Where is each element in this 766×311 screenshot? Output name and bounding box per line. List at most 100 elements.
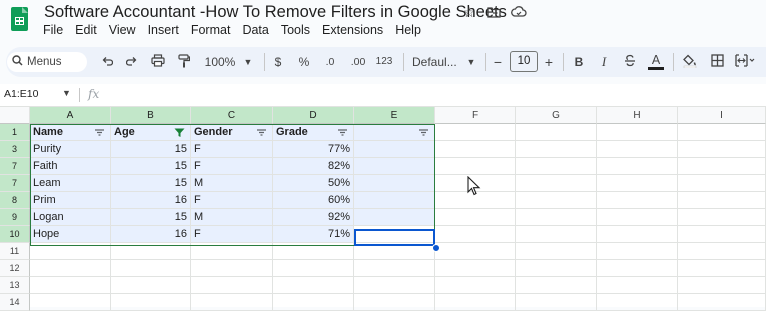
menu-tools[interactable]: Tools	[281, 23, 310, 39]
menu-extensions[interactable]: Extensions	[322, 23, 383, 39]
table-cell[interactable]: F	[191, 141, 273, 158]
table-cell[interactable]	[516, 158, 597, 175]
currency-format-button[interactable]: $	[272, 54, 284, 70]
table-cell[interactable]: 92%	[273, 209, 354, 226]
fill-handle[interactable]	[432, 244, 440, 252]
fill-color-icon[interactable]	[682, 54, 698, 70]
table-cell[interactable]	[191, 294, 273, 311]
table-cell[interactable]: Hope	[30, 226, 111, 243]
table-cell[interactable]	[516, 243, 597, 260]
table-cell[interactable]	[111, 243, 191, 260]
table-cell[interactable]	[678, 260, 766, 277]
decrease-decimal-button[interactable]: .0	[321, 54, 339, 70]
table-cell[interactable]: F	[191, 226, 273, 243]
table-cell[interactable]	[435, 260, 516, 277]
table-cell[interactable]: 60%	[273, 192, 354, 209]
table-cell[interactable]	[111, 294, 191, 311]
row-header[interactable]: 3	[0, 141, 30, 158]
table-cell[interactable]	[597, 141, 678, 158]
table-cell[interactable]	[354, 141, 435, 158]
row-header[interactable]: 9	[0, 209, 30, 226]
menu-insert[interactable]: Insert	[148, 23, 179, 39]
column-header-a[interactable]: A	[30, 107, 111, 124]
table-cell[interactable]	[597, 209, 678, 226]
italic-button[interactable]: I	[597, 54, 611, 70]
name-box-dropdown-icon[interactable]: ▼	[62, 88, 71, 98]
row-header[interactable]: 7	[0, 175, 30, 192]
active-filter-icon[interactable]	[174, 127, 186, 139]
table-cell[interactable]	[273, 243, 354, 260]
table-cell[interactable]	[597, 277, 678, 294]
table-cell[interactable]: Faith	[30, 158, 111, 175]
undo-icon[interactable]	[100, 54, 114, 70]
table-cell[interactable]	[30, 277, 111, 294]
table-cell[interactable]	[354, 226, 435, 243]
sheets-logo[interactable]	[11, 7, 28, 31]
menu-view[interactable]: View	[109, 23, 136, 39]
table-cell[interactable]	[273, 260, 354, 277]
column-header-g[interactable]: G	[516, 107, 597, 124]
table-cell[interactable]	[678, 226, 766, 243]
strikethrough-icon[interactable]	[622, 54, 638, 70]
menu-format[interactable]: Format	[191, 23, 231, 39]
table-cell[interactable]	[516, 192, 597, 209]
column-header-h[interactable]: H	[597, 107, 678, 124]
table-cell[interactable]: 71%	[273, 226, 354, 243]
table-cell[interactable]	[516, 141, 597, 158]
table-cell[interactable]	[678, 294, 766, 311]
table-cell[interactable]	[435, 124, 516, 141]
table-cell[interactable]	[435, 209, 516, 226]
font-dropdown-icon[interactable]: ▼	[465, 54, 477, 70]
table-cell[interactable]	[191, 243, 273, 260]
filter-button-icon[interactable]	[94, 127, 106, 139]
table-cell[interactable]: 50%	[273, 175, 354, 192]
table-cell[interactable]: 82%	[273, 158, 354, 175]
table-cell[interactable]	[435, 294, 516, 311]
column-header-b[interactable]: B	[111, 107, 191, 124]
header-cell[interactable]: Grade	[273, 124, 354, 141]
table-cell[interactable]	[354, 260, 435, 277]
table-cell[interactable]: 15	[111, 209, 191, 226]
row-header[interactable]: 10	[0, 226, 30, 243]
menu-file[interactable]: File	[43, 23, 63, 39]
text-color-button[interactable]: A	[648, 54, 664, 70]
decrease-font-size-button[interactable]: −	[492, 54, 504, 70]
table-cell[interactable]	[111, 260, 191, 277]
table-cell[interactable]	[435, 277, 516, 294]
cloud-status-icon[interactable]	[511, 5, 527, 19]
table-cell[interactable]	[354, 209, 435, 226]
table-cell[interactable]	[678, 277, 766, 294]
table-cell[interactable]: 77%	[273, 141, 354, 158]
move-to-folder-icon[interactable]	[487, 5, 501, 19]
table-cell[interactable]	[435, 226, 516, 243]
table-cell[interactable]	[516, 260, 597, 277]
menu-edit[interactable]: Edit	[75, 23, 97, 39]
zoom-select[interactable]: 100%	[202, 54, 238, 70]
table-cell[interactable]: 16	[111, 226, 191, 243]
table-cell[interactable]	[516, 175, 597, 192]
search-menus-button[interactable]: Menus	[7, 52, 87, 72]
increase-decimal-button[interactable]: .00	[347, 54, 369, 70]
table-cell[interactable]	[354, 192, 435, 209]
table-cell[interactable]	[30, 243, 111, 260]
table-cell[interactable]	[678, 141, 766, 158]
table-cell[interactable]	[354, 243, 435, 260]
redo-icon[interactable]	[125, 54, 139, 70]
table-cell[interactable]	[273, 294, 354, 311]
table-cell[interactable]	[354, 175, 435, 192]
merge-cells-icon[interactable]	[735, 54, 755, 70]
percent-format-button[interactable]: %	[297, 54, 311, 70]
column-header-f[interactable]: F	[435, 107, 516, 124]
table-cell[interactable]	[516, 277, 597, 294]
row-header[interactable]: 13	[0, 277, 30, 294]
table-cell[interactable]	[597, 226, 678, 243]
table-cell[interactable]: Logan	[30, 209, 111, 226]
table-cell[interactable]	[354, 294, 435, 311]
table-cell[interactable]: 15	[111, 141, 191, 158]
table-cell[interactable]: M	[191, 209, 273, 226]
print-icon[interactable]	[150, 54, 166, 70]
table-cell[interactable]	[597, 175, 678, 192]
menu-data[interactable]: Data	[242, 23, 268, 39]
row-header[interactable]: 11	[0, 243, 30, 260]
filter-button-icon[interactable]	[418, 127, 430, 139]
